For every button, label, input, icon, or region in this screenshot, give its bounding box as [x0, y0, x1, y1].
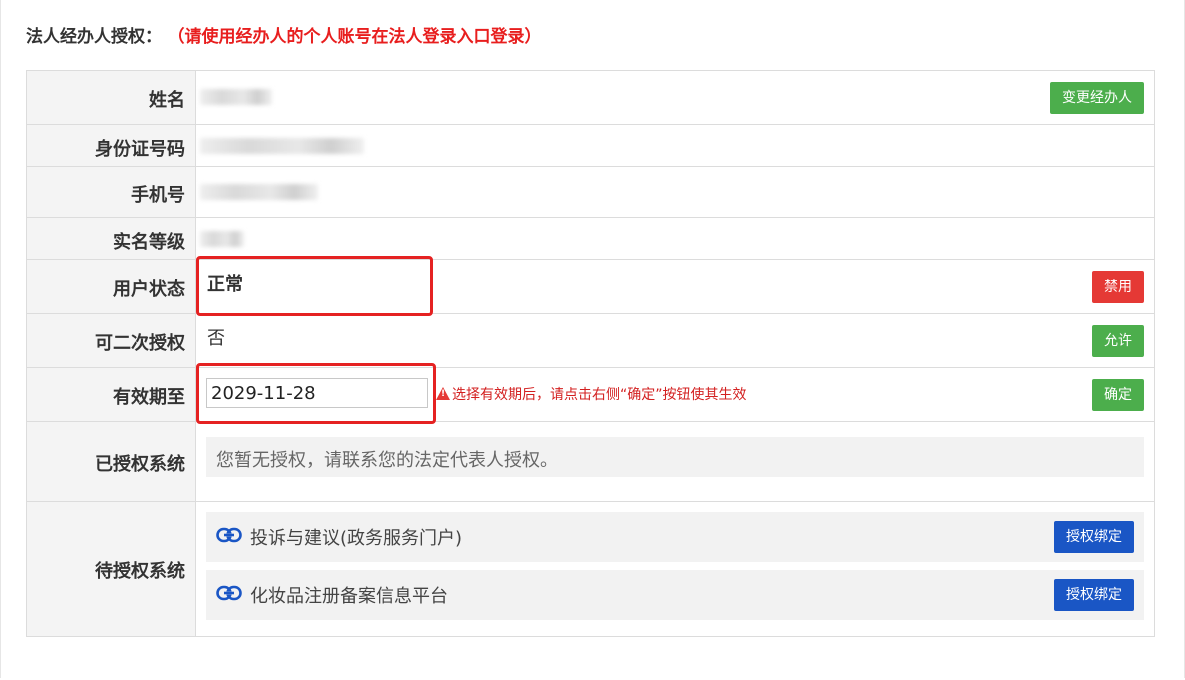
pending-system-item: 化妆品注册备案信息平台 授权绑定 — [206, 570, 1144, 620]
warning-triangle-icon — [436, 387, 450, 400]
row-name: 姓名 变更经办人 — [27, 71, 1154, 125]
row-value — [196, 218, 1154, 259]
change-handler-button[interactable]: 变更经办人 — [1050, 82, 1144, 114]
row-value — [196, 125, 1154, 166]
row-value: 投诉与建议(政务服务门户) 授权绑定 化妆品注册备案信息平台 授权绑定 — [196, 502, 1154, 636]
login-note: （请使用经办人的个人账号在法人登录入口登录） — [176, 27, 542, 47]
masked-name — [200, 89, 272, 105]
row-label: 姓名 — [27, 71, 196, 124]
bind-authorization-button[interactable]: 授权绑定 — [1054, 521, 1134, 553]
disable-button[interactable]: 禁用 — [1092, 271, 1144, 303]
link-icon — [216, 585, 242, 601]
row-value: 变更经办人 — [196, 71, 1154, 124]
section-header: 法人经办人授权： （请使用经办人的个人账号在法人登录入口登录） — [26, 22, 542, 47]
masked-phone — [200, 184, 318, 200]
valid-until-warning: 选择有效期后，请点击右侧“确定”按钮使其生效 — [436, 384, 747, 404]
row-label: 可二次授权 — [27, 314, 196, 367]
secondary-auth-value: 否 — [207, 328, 225, 349]
row-value: 您暂无授权，请联系您的法定代表人授权。 — [196, 422, 1154, 501]
pending-system-name: 化妆品注册备案信息平台 — [250, 586, 448, 607]
row-label: 手机号 — [27, 167, 196, 217]
row-secondary-auth: 可二次授权 否 允许 — [27, 314, 1154, 368]
handler-info-table: 姓名 变更经办人 身份证号码 手机号 实名等级 用户状态 正常 禁用 可二次授权… — [26, 70, 1155, 637]
row-label: 待授权系统 — [27, 502, 196, 636]
row-verify-level: 实名等级 — [27, 218, 1154, 260]
row-phone: 手机号 — [27, 167, 1154, 218]
row-label: 有效期至 — [27, 368, 196, 421]
row-value: 否 允许 — [196, 314, 1154, 367]
pending-system-item: 投诉与建议(政务服务门户) 授权绑定 — [206, 512, 1144, 562]
row-value — [196, 167, 1154, 217]
pending-system-name: 投诉与建议(政务服务门户) — [250, 528, 463, 549]
allow-button[interactable]: 允许 — [1092, 325, 1144, 357]
no-authorization-text: 您暂无授权，请联系您的法定代表人授权。 — [216, 450, 558, 471]
row-authorized-systems: 已授权系统 您暂无授权，请联系您的法定代表人授权。 — [27, 422, 1154, 502]
row-pending-systems: 待授权系统 投诉与建议(政务服务门户) 授权绑定 化妆品注册备案信息平台 授权绑… — [27, 502, 1154, 636]
section-title: 法人经办人授权： — [26, 27, 162, 47]
masked-verify-level — [200, 231, 244, 247]
row-id-number: 身份证号码 — [27, 125, 1154, 167]
row-label: 用户状态 — [27, 260, 196, 313]
link-icon — [216, 527, 242, 543]
row-label: 实名等级 — [27, 218, 196, 259]
confirm-button[interactable]: 确定 — [1092, 379, 1144, 411]
user-status-highlight-box — [196, 256, 433, 316]
valid-until-highlight-box — [196, 363, 436, 424]
row-label: 已授权系统 — [27, 422, 196, 501]
authorized-systems-panel: 您暂无授权，请联系您的法定代表人授权。 — [206, 437, 1144, 477]
masked-id-number — [200, 138, 364, 154]
bind-authorization-button[interactable]: 授权绑定 — [1054, 579, 1134, 611]
row-label: 身份证号码 — [27, 125, 196, 166]
